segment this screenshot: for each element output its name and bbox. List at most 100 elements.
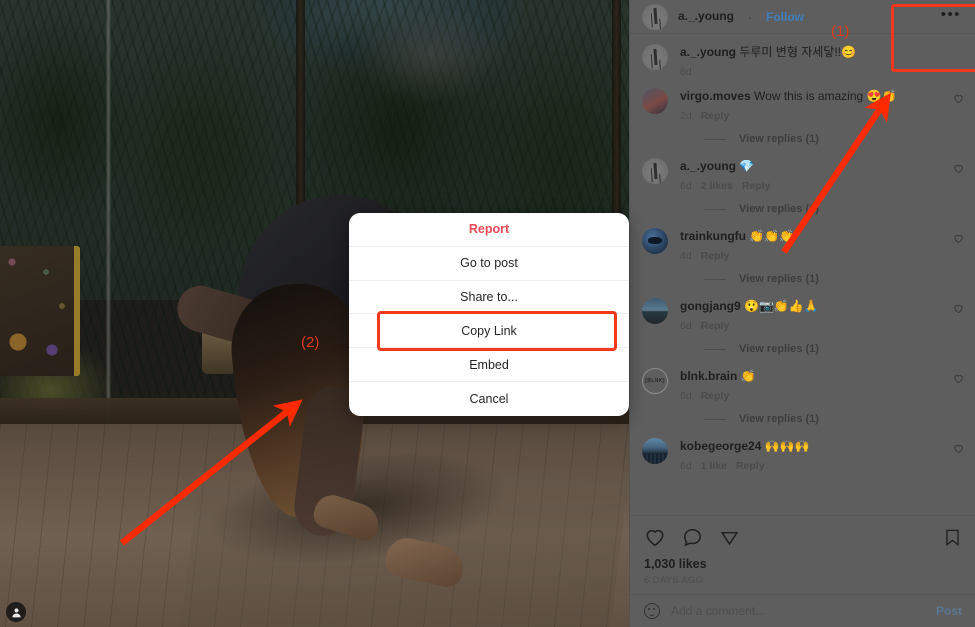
view-replies-label[interactable]: View replies (1) [739, 273, 819, 285]
replies-dash [704, 138, 726, 140]
comment-reply-button[interactable]: Reply [736, 460, 765, 472]
view-replies-label[interactable]: View replies (1) [739, 203, 819, 215]
more-options-button[interactable]: ••• [941, 7, 961, 26]
comment-author[interactable]: virgo.moves [680, 89, 751, 103]
view-replies-row[interactable]: View replies (1) [704, 203, 948, 215]
comment-author[interactable]: trainkungfu [680, 229, 746, 243]
share-icon[interactable] [719, 527, 740, 548]
comment-row: trainkungfu 👏👏👏 4d Reply View replies (1… [630, 218, 975, 288]
modal-item-share-to[interactable]: Share to... [349, 281, 629, 315]
post-footer: 1,030 likes 6 DAYS AGO Post [630, 515, 975, 627]
like-icon[interactable] [644, 526, 666, 548]
comment-body: gongjang9 😲📷👏👍🙏 6d Reply View replies (1… [680, 298, 962, 358]
caption-text: a._.young 두루미 변형 자세닿!!😊 [680, 44, 948, 61]
comment-likes-count[interactable]: 1 like [701, 460, 727, 472]
comment-author[interactable]: blnk.brain [680, 369, 737, 383]
view-replies-row[interactable]: View replies (1) [704, 343, 948, 355]
comment-reply-button[interactable]: Reply [701, 390, 730, 402]
comment-meta: 6d Reply [680, 320, 948, 332]
comment-avatar[interactable] [642, 298, 668, 325]
comment-row: [BLNK] blnk.brain 👏 6d Reply View replie… [630, 358, 975, 428]
comment-text: blnk.brain 👏 [680, 368, 948, 385]
caption-author[interactable]: a._.young [680, 45, 736, 59]
modal-item-go-to-post[interactable]: Go to post [349, 247, 629, 281]
modal-item-report[interactable]: Report [349, 213, 629, 247]
comment-avatar[interactable]: [BLNK] [642, 368, 668, 395]
like-comment-heart-icon[interactable] [953, 301, 964, 314]
post-comment-button[interactable]: Post [936, 604, 962, 618]
comment-body: blnk.brain 👏 6d Reply View replies (1) [680, 368, 962, 428]
comment-input[interactable] [671, 604, 925, 618]
like-comment-heart-icon[interactable] [953, 441, 964, 454]
comment-text: trainkungfu 👏👏👏 [680, 228, 948, 245]
modal-item-embed[interactable]: Embed [349, 348, 629, 382]
comment-avatar[interactable] [642, 228, 668, 255]
replies-dash [704, 278, 726, 280]
view-replies-row[interactable]: View replies (1) [704, 133, 948, 145]
like-comment-heart-icon[interactable] [953, 161, 964, 174]
comment-message: 😲📷👏👍🙏 [740, 299, 819, 314]
comment-reply-button[interactable]: Reply [742, 180, 771, 192]
comment-row: gongjang9 😲📷👏👍🙏 6d Reply View replies (1… [630, 288, 975, 358]
view-replies-label[interactable]: View replies (1) [739, 133, 819, 145]
comment-message: 👏 [737, 369, 756, 384]
emoji-picker-icon[interactable] [644, 603, 660, 619]
blnk-logo-text: [BLNK] [645, 378, 665, 385]
comment-reply-button[interactable]: Reply [701, 110, 730, 122]
like-comment-heart-icon[interactable] [953, 91, 964, 104]
comment-message: 💎 [736, 159, 755, 174]
caption-avatar[interactable] [642, 44, 668, 70]
caption-body: a._.young 두루미 변형 자세닿!!😊 6d [680, 44, 962, 78]
comment-reply-button[interactable]: Reply [701, 320, 730, 332]
person-tag-icon[interactable] [6, 602, 26, 622]
comment-avatar[interactable] [642, 88, 668, 115]
comment-row: kobegeorge24 🙌🙌🙌 6d 1 like Reply [630, 428, 975, 472]
caption-row: a._.young 두루미 변형 자세닿!!😊 6d [630, 34, 975, 78]
modal-item-cancel[interactable]: Cancel [349, 382, 629, 416]
modal-item-copy-link[interactable]: Copy Link [349, 314, 629, 349]
save-icon[interactable] [943, 527, 962, 548]
view-replies-label[interactable]: View replies (1) [739, 343, 819, 355]
comment-body: virgo.moves Wow this is amazing 😍👏 2d Re… [680, 88, 962, 148]
comment-reply-button[interactable]: Reply [701, 250, 730, 262]
like-comment-heart-icon[interactable] [953, 231, 964, 244]
comment-author[interactable]: a._.young [680, 159, 736, 173]
comment-message: Wow this is amazing 😍👏 [750, 89, 897, 104]
comment-row: virgo.moves Wow this is amazing 😍👏 2d Re… [630, 78, 975, 148]
author-avatar[interactable] [642, 3, 668, 30]
post-timestamp: 6 DAYS AGO [644, 575, 704, 586]
post-actions [630, 516, 975, 548]
comment-body: kobegeorge24 🙌🙌🙌 6d 1 like Reply [680, 438, 962, 472]
comment-meta: 4d Reply [680, 250, 948, 262]
comment-composer: Post [630, 594, 975, 627]
comment-avatar[interactable] [642, 158, 668, 185]
comment-time: 6d [680, 320, 692, 333]
comment-meta: 6d Reply [680, 390, 948, 402]
comment-author[interactable]: kobegeorge24 [680, 439, 761, 453]
comment-message: 🙌🙌🙌 [761, 439, 810, 454]
comment-icon[interactable] [682, 527, 703, 548]
comment-time: 2d [680, 110, 692, 123]
comment-avatar[interactable] [642, 438, 668, 465]
comments-list[interactable]: a._.young 두루미 변형 자세닿!!😊 6d virgo.moves W… [630, 34, 975, 515]
likes-count[interactable]: 1,030 likes [630, 548, 975, 571]
author-username[interactable]: a._.young [678, 9, 734, 23]
comment-text: virgo.moves Wow this is amazing 😍👏 [680, 88, 948, 105]
comment-text: a._.young 💎 [680, 158, 948, 175]
replies-dash [704, 418, 726, 420]
comment-meta: 6d 1 like Reply [680, 460, 948, 472]
view-replies-row[interactable]: View replies (1) [704, 413, 948, 425]
comment-text: gongjang9 😲📷👏👍🙏 [680, 298, 948, 315]
like-comment-heart-icon[interactable] [953, 371, 964, 384]
view-replies-row[interactable]: View replies (1) [704, 273, 948, 285]
comment-text: kobegeorge24 🙌🙌🙌 [680, 438, 948, 455]
comment-time: 6d [680, 460, 692, 473]
replies-dash [704, 208, 726, 210]
caption-meta: 6d [680, 66, 948, 78]
view-replies-label[interactable]: View replies (1) [739, 413, 819, 425]
comment-likes-count[interactable]: 2 likes [701, 180, 733, 192]
follow-button[interactable]: Follow [766, 10, 804, 24]
comment-author[interactable]: gongjang9 [680, 299, 741, 313]
header-separator: · [748, 9, 753, 24]
caption-message: 두루미 변형 자세닿!!😊 [736, 45, 856, 59]
